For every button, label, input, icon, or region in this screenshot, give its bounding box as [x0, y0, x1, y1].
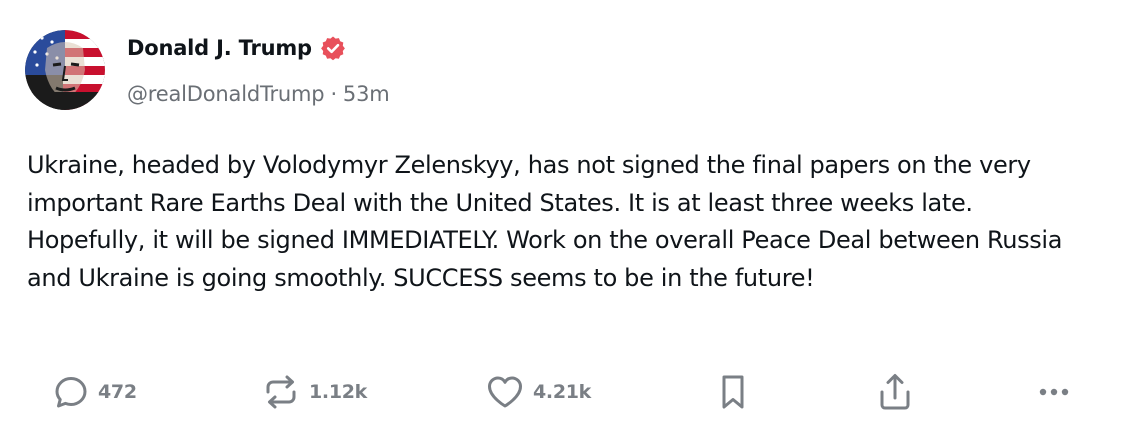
reply-count: 472: [98, 381, 137, 403]
heart-icon: [485, 373, 525, 411]
like-count: 4.21k: [533, 381, 592, 403]
share-button[interactable]: [876, 366, 914, 418]
post-body-text: Ukraine, headed by Volodymyr Zelenskyy, …: [27, 151, 1070, 292]
repost-button[interactable]: 1.12k: [261, 366, 367, 418]
meta-separator: ·: [330, 82, 337, 106]
post-card: Donald J. Trump @realDonaldTrump · 53m U…: [0, 0, 1124, 445]
more-icon: [1036, 382, 1072, 402]
author-avatar[interactable]: [25, 30, 105, 110]
repost-count: 1.12k: [309, 381, 368, 403]
repost-icon: [261, 373, 301, 411]
avatar-image: [25, 30, 105, 110]
post-timestamp[interactable]: 53m: [343, 82, 390, 106]
reply-icon: [52, 373, 90, 411]
bookmark-button[interactable]: [716, 366, 750, 418]
author-display-name[interactable]: Donald J. Trump: [127, 36, 312, 60]
post-actions-bar: 472 1.12k 4.21k: [0, 366, 1124, 418]
author-handle[interactable]: @realDonaldTrump: [127, 82, 325, 106]
bookmark-icon: [716, 372, 750, 412]
like-button[interactable]: 4.21k: [485, 366, 591, 418]
share-icon: [876, 371, 914, 413]
author-meta-row: @realDonaldTrump · 53m: [127, 79, 390, 109]
more-options-button[interactable]: [1036, 366, 1072, 418]
reply-button[interactable]: 472: [52, 366, 137, 418]
verified-badge-icon: [320, 35, 346, 61]
author-name-row: Donald J. Trump: [127, 33, 346, 63]
